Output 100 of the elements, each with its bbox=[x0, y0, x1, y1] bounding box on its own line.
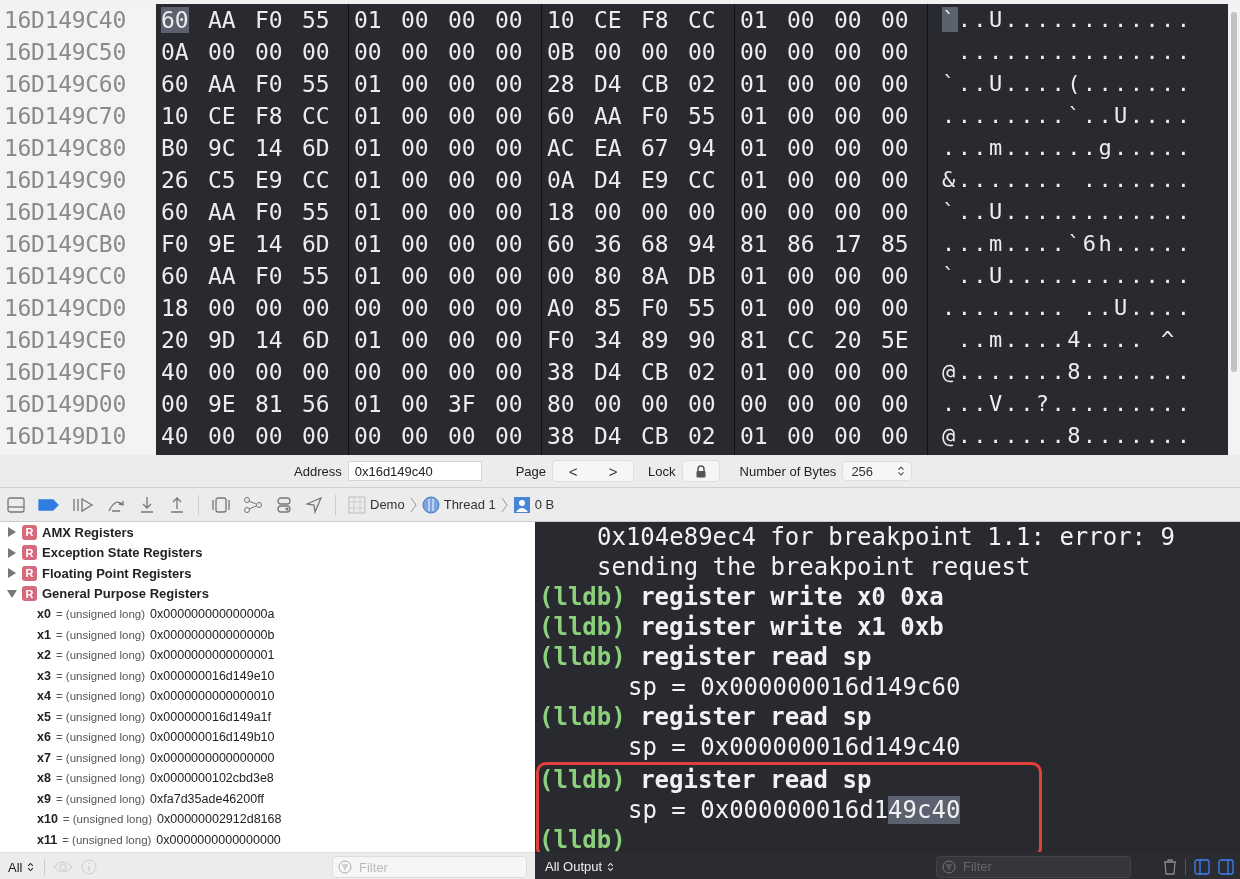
hex-byte[interactable]: 10 bbox=[161, 103, 189, 129]
hex-byte[interactable]: 00 bbox=[255, 359, 283, 385]
hex-byte[interactable]: E9 bbox=[255, 167, 283, 193]
hex-byte[interactable]: CC bbox=[302, 167, 330, 193]
left-panel-icon[interactable] bbox=[1194, 858, 1210, 875]
hex-byte[interactable]: 0A bbox=[547, 167, 575, 193]
hex-byte[interactable]: 00 bbox=[401, 135, 429, 161]
hex-byte[interactable]: 00 bbox=[495, 71, 523, 97]
hex-byte[interactable]: 00 bbox=[688, 391, 716, 417]
previous-page-button[interactable]: < bbox=[553, 461, 594, 481]
hex-byte[interactable]: 00 bbox=[787, 263, 815, 289]
hex-byte[interactable]: 90 bbox=[688, 327, 716, 353]
hex-byte[interactable]: 80 bbox=[547, 391, 575, 417]
hex-byte[interactable]: 00 bbox=[787, 423, 815, 449]
hex-byte[interactable]: 00 bbox=[834, 199, 862, 225]
hex-byte[interactable]: F0 bbox=[161, 231, 189, 257]
hex-byte[interactable]: 00 bbox=[881, 135, 909, 161]
hex-byte[interactable]: 00 bbox=[834, 295, 862, 321]
hex-byte[interactable]: 38 bbox=[547, 359, 575, 385]
hex-byte[interactable]: 00 bbox=[495, 103, 523, 129]
location-icon[interactable] bbox=[305, 495, 323, 514]
address-field[interactable]: 0x16d149c40 bbox=[347, 461, 482, 481]
hex-byte[interactable]: 85 bbox=[594, 295, 622, 321]
hex-byte[interactable]: 02 bbox=[688, 423, 716, 449]
hex-byte[interactable]: 00 bbox=[401, 391, 429, 417]
hex-byte[interactable]: 94 bbox=[688, 135, 716, 161]
hex-byte[interactable]: 00 bbox=[495, 327, 523, 353]
hex-byte[interactable]: 00 bbox=[881, 199, 909, 225]
hex-byte[interactable]: 17 bbox=[834, 231, 862, 257]
hex-byte[interactable]: 00 bbox=[208, 359, 236, 385]
hex-byte[interactable]: 00 bbox=[834, 103, 862, 129]
hex-byte[interactable]: 10 bbox=[547, 7, 575, 33]
hex-byte[interactable]: 0A bbox=[161, 39, 189, 65]
hex-byte[interactable]: 00 bbox=[495, 199, 523, 225]
hex-byte[interactable]: 00 bbox=[448, 71, 476, 97]
hex-byte[interactable]: AA bbox=[208, 199, 236, 225]
hex-byte[interactable]: 00 bbox=[255, 423, 283, 449]
hex-byte[interactable]: 55 bbox=[688, 295, 716, 321]
hex-byte[interactable]: 00 bbox=[495, 167, 523, 193]
hex-byte[interactable]: 01 bbox=[740, 423, 768, 449]
hex-byte[interactable]: E9 bbox=[641, 167, 669, 193]
output-popup[interactable]: All Output bbox=[545, 859, 617, 874]
hex-byte[interactable]: B0 bbox=[161, 135, 189, 161]
hex-byte[interactable]: 01 bbox=[740, 167, 768, 193]
hex-byte[interactable]: 00 bbox=[641, 39, 669, 65]
hex-byte[interactable]: AA bbox=[208, 7, 236, 33]
hex-byte[interactable]: 60 bbox=[161, 263, 189, 289]
breakpoint-icon[interactable] bbox=[38, 497, 60, 512]
hex-byte[interactable]: 00 bbox=[641, 199, 669, 225]
hex-byte[interactable]: 00 bbox=[787, 391, 815, 417]
lock-button[interactable] bbox=[681, 460, 720, 482]
disclosure-triangle-icon[interactable] bbox=[7, 568, 17, 579]
hex-byte[interactable]: 18 bbox=[547, 199, 575, 225]
right-panel-icon[interactable] bbox=[1218, 858, 1234, 875]
hex-byte[interactable]: CC bbox=[787, 327, 815, 353]
hex-byte[interactable]: 00 bbox=[688, 199, 716, 225]
hex-byte[interactable]: 38 bbox=[547, 423, 575, 449]
hex-byte[interactable]: 00 bbox=[302, 359, 330, 385]
hex-byte[interactable]: 00 bbox=[401, 103, 429, 129]
continue-icon[interactable] bbox=[72, 496, 94, 513]
hex-byte[interactable]: 01 bbox=[354, 263, 382, 289]
hex-byte[interactable]: 00 bbox=[448, 295, 476, 321]
hex-byte[interactable]: 55 bbox=[302, 71, 330, 97]
hex-byte[interactable]: 00 bbox=[495, 39, 523, 65]
hex-byte[interactable]: 01 bbox=[740, 263, 768, 289]
hex-byte[interactable]: EA bbox=[594, 135, 622, 161]
hex-byte[interactable]: 00 bbox=[208, 423, 236, 449]
hex-byte[interactable]: 6D bbox=[302, 231, 330, 257]
hex-byte[interactable]: 80 bbox=[594, 263, 622, 289]
hex-byte[interactable]: 01 bbox=[740, 295, 768, 321]
hex-byte[interactable]: 94 bbox=[688, 231, 716, 257]
hex-byte[interactable]: D4 bbox=[594, 359, 622, 385]
hex-byte[interactable]: 00 bbox=[834, 71, 862, 97]
hex-byte[interactable]: AA bbox=[208, 71, 236, 97]
hex-byte[interactable]: 00 bbox=[401, 359, 429, 385]
view-hierarchy-icon[interactable] bbox=[211, 495, 231, 514]
hex-byte[interactable]: 00 bbox=[547, 263, 575, 289]
hex-byte[interactable]: 00 bbox=[448, 103, 476, 129]
hex-byte[interactable]: 14 bbox=[255, 231, 283, 257]
hex-byte[interactable]: 01 bbox=[354, 103, 382, 129]
hex-byte[interactable]: 40 bbox=[161, 423, 189, 449]
hex-byte[interactable]: 20 bbox=[161, 327, 189, 353]
hex-byte[interactable]: 00 bbox=[787, 135, 815, 161]
disclosure-triangle-icon[interactable] bbox=[7, 527, 17, 538]
hex-byte[interactable]: 00 bbox=[255, 39, 283, 65]
hex-byte[interactable]: 00 bbox=[594, 39, 622, 65]
hex-byte[interactable]: 9E bbox=[208, 391, 236, 417]
hex-byte[interactable]: CB bbox=[641, 359, 669, 385]
hex-byte[interactable]: 00 bbox=[448, 231, 476, 257]
hex-byte[interactable]: 40 bbox=[161, 359, 189, 385]
hex-byte[interactable]: 00 bbox=[881, 7, 909, 33]
hex-byte[interactable]: 00 bbox=[834, 391, 862, 417]
hex-byte[interactable]: 00 bbox=[401, 327, 429, 353]
hex-byte[interactable]: 00 bbox=[208, 295, 236, 321]
hex-byte[interactable]: 9D bbox=[208, 327, 236, 353]
bytes-popup[interactable]: 256 bbox=[842, 461, 913, 481]
hex-byte[interactable]: 00 bbox=[641, 391, 669, 417]
hex-byte[interactable]: 86 bbox=[787, 231, 815, 257]
disclosure-triangle-icon[interactable] bbox=[7, 547, 17, 558]
hex-byte[interactable]: 00 bbox=[401, 167, 429, 193]
